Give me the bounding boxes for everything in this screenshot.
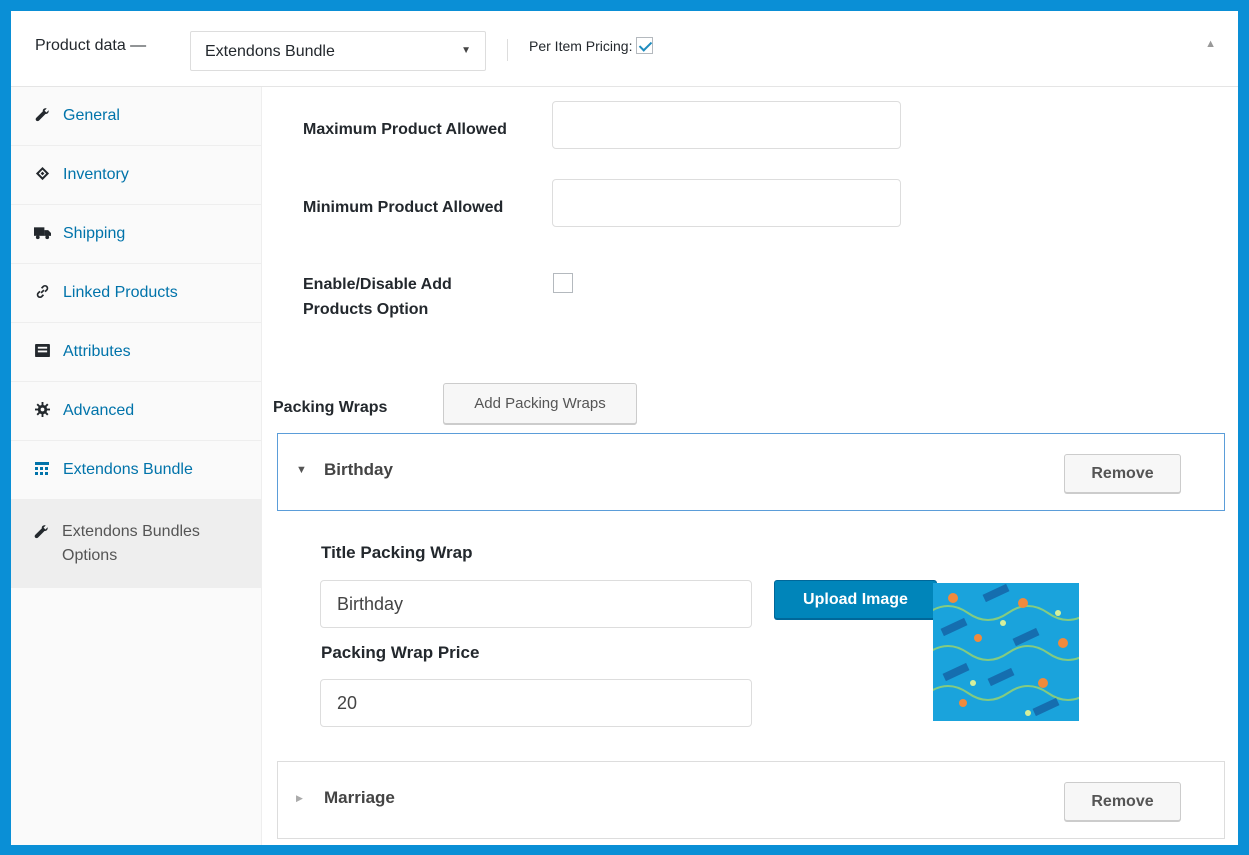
tab-label: General (63, 107, 120, 124)
min-product-input[interactable] (552, 179, 901, 227)
tab-label: Advanced (63, 402, 135, 419)
tab-label: Inventory (63, 166, 129, 183)
enable-add-products-label: Enable/Disable Add Products Option (303, 276, 452, 318)
grid-icon (33, 461, 51, 479)
per-item-pricing: Per Item Pricing: (529, 37, 654, 54)
list-card-icon (33, 344, 51, 360)
per-item-pricing-checkbox[interactable] (636, 37, 654, 54)
tab-label: Shipping (63, 225, 126, 242)
title-packing-wrap-label: Title Packing Wrap (321, 543, 473, 562)
product-type-select[interactable]: Extendons Bundle ▼ (190, 31, 486, 71)
tab-shipping[interactable]: Shipping (11, 205, 261, 264)
caret-right-icon[interactable]: ▶ (296, 793, 303, 804)
tag-icon (33, 166, 51, 184)
packing-wrap-title: Birthday (324, 460, 393, 479)
tab-label: Linked Products (63, 284, 178, 301)
gear-icon (33, 402, 51, 420)
packing-wrap-marriage[interactable]: ▶ Marriage Remove (277, 761, 1225, 839)
product-data-header: Product data — Extendons Bundle ▼ Per It… (11, 11, 1238, 87)
caret-down-icon[interactable]: ▼ (296, 464, 307, 476)
upload-image-button[interactable]: Upload Image (774, 580, 937, 619)
tab-advanced[interactable]: Advanced (11, 382, 261, 441)
packing-wrap-birthday[interactable]: ▼ Birthday Remove (277, 433, 1225, 511)
truck-icon (33, 226, 51, 243)
max-product-label: Maximum Product Allowed (303, 121, 507, 138)
product-data-panel: Product data — Extendons Bundle ▼ Per It… (11, 11, 1238, 845)
packing-wraps-label: Packing Wraps (273, 399, 388, 416)
tab-label: Attributes (63, 343, 131, 360)
max-product-input[interactable] (552, 101, 901, 149)
tab-label: Extendons Bundles Options (62, 523, 200, 564)
tab-linked-products[interactable]: Linked Products (11, 264, 261, 323)
link-icon (33, 284, 51, 302)
packing-wrap-title: Marriage (324, 788, 395, 807)
wrap-image-preview (933, 583, 1079, 721)
collapse-panel-icon[interactable]: ▲ (1205, 38, 1216, 50)
remove-wrap-button[interactable]: Remove (1064, 454, 1181, 493)
remove-wrap-button[interactable]: Remove (1064, 782, 1181, 821)
header-divider (507, 39, 508, 61)
product-type-value: Extendons Bundle (205, 43, 335, 60)
add-packing-wraps-button[interactable]: Add Packing Wraps (443, 383, 637, 424)
bundle-options-content: Maximum Product Allowed Minimum Product … (263, 87, 1238, 845)
tab-extendons-bundles-options[interactable]: Extendons Bundles Options (11, 500, 261, 588)
tab-extendons-bundle[interactable]: Extendons Bundle (11, 441, 261, 500)
packing-wrap-price-label: Packing Wrap Price (321, 643, 480, 662)
enable-add-products-checkbox[interactable] (553, 273, 573, 293)
tab-attributes[interactable]: Attributes (11, 323, 261, 382)
wrench-icon (33, 107, 51, 125)
min-product-label: Minimum Product Allowed (303, 199, 504, 216)
product-data-label: Product data — (35, 37, 147, 54)
tab-general[interactable]: General (11, 87, 261, 146)
per-item-pricing-label: Per Item Pricing: (529, 37, 633, 54)
title-packing-wrap-input[interactable]: Birthday (320, 580, 752, 628)
product-data-tabs: General Inventory Shipping Linked Produc… (11, 87, 262, 845)
tab-label: Extendons Bundle (63, 461, 193, 478)
tab-inventory[interactable]: Inventory (11, 146, 261, 205)
dropdown-arrow-icon: ▼ (461, 45, 471, 56)
packing-wrap-price-input[interactable]: 20 (320, 679, 752, 727)
